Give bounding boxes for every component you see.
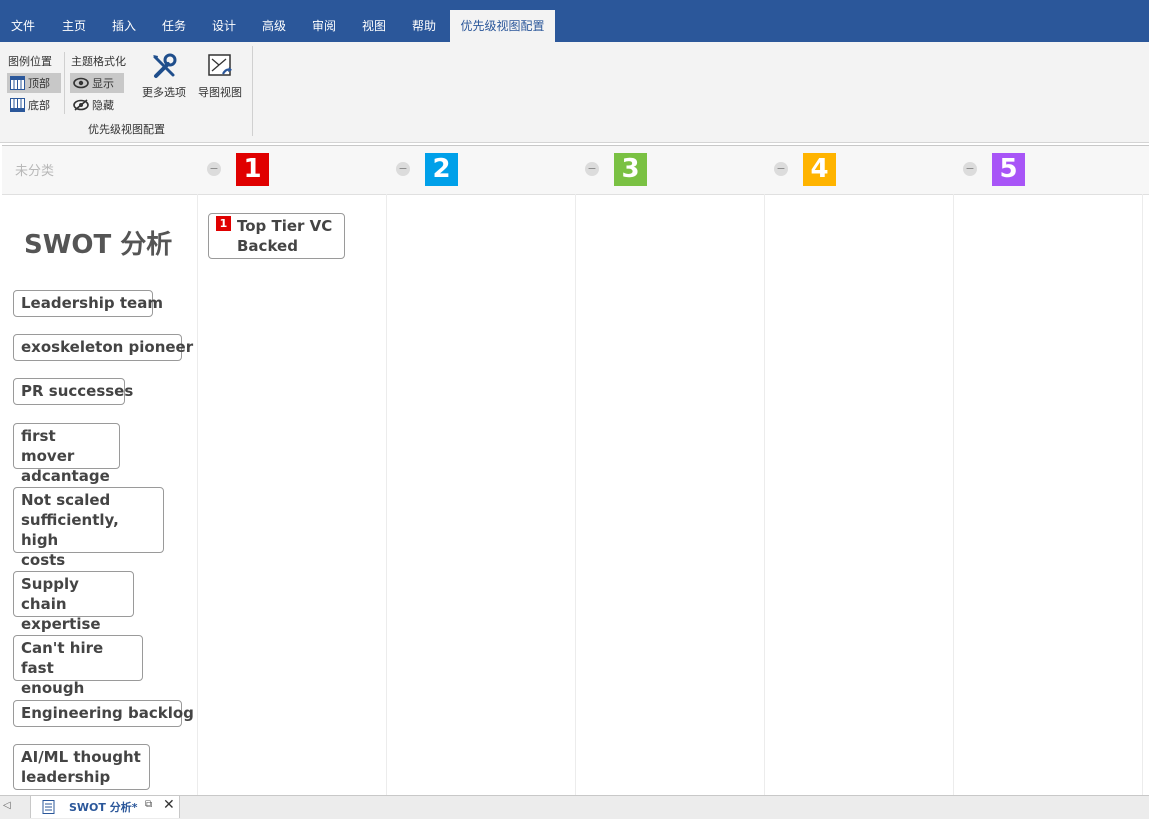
menu-bar: 文件 主页 插入 任务 设计 高级 审阅 视图 帮助 优先级视图配置 xyxy=(0,0,1149,42)
collapse-icon[interactable]: − xyxy=(963,162,977,176)
column-divider xyxy=(575,194,576,796)
eye-off-icon xyxy=(73,99,89,111)
collapse-icon[interactable]: − xyxy=(585,162,599,176)
topic-card-priority-1[interactable]: 1 Top Tier VC Backed xyxy=(208,213,345,259)
tab-home[interactable]: 主页 xyxy=(50,10,98,42)
restore-window-icon[interactable]: ⧉ xyxy=(145,799,152,810)
priority-1-small-badge: 1 xyxy=(216,216,231,231)
ribbon-group-separator xyxy=(252,46,253,136)
layout-top-icon xyxy=(10,76,25,90)
show-label: 显示 xyxy=(92,77,114,90)
tab-insert[interactable]: 插入 xyxy=(100,10,148,42)
column-divider xyxy=(1142,194,1143,796)
tab-task[interactable]: 任务 xyxy=(150,10,198,42)
topic-card[interactable]: first mover adcantage xyxy=(13,423,120,485)
topic-card[interactable]: Can't hire fast enough xyxy=(13,635,143,697)
legend-top-button[interactable]: 顶部 xyxy=(7,73,61,93)
topic-card[interactable]: Engineering backlog xyxy=(13,700,194,727)
map-view-label: 导图视图 xyxy=(198,86,242,99)
ribbon-separator xyxy=(64,52,65,114)
priority-3-badge: 3 xyxy=(614,153,647,186)
show-button[interactable]: 显示 xyxy=(70,73,124,93)
ribbon: 图例位置 顶部 底部 主题格式化 显示 隐藏 更多选项 导图视图 优先级视图配置 xyxy=(0,42,1149,143)
priority-1-badge: 1 xyxy=(236,153,269,186)
tab-review[interactable]: 审阅 xyxy=(300,10,348,42)
priority-header-row: 未分类 − 1 − 2 − 3 − 4 − 5 xyxy=(2,146,1149,195)
tab-priority-view-config[interactable]: 优先级视图配置 xyxy=(450,10,555,42)
tab-file[interactable]: 文件 xyxy=(0,10,46,42)
hide-label: 隐藏 xyxy=(92,99,114,112)
map-view-button[interactable]: 导图视图 xyxy=(194,52,246,100)
tab-design[interactable]: 设计 xyxy=(200,10,248,42)
topic-text: Top Tier VC Backed xyxy=(237,217,333,255)
tab-view[interactable]: 视图 xyxy=(350,10,398,42)
topic-card[interactable]: Supply chain expertise xyxy=(13,571,134,633)
column-divider xyxy=(386,194,387,796)
topic-card[interactable]: Leadership team xyxy=(13,290,163,317)
mindmap-file-icon xyxy=(42,800,55,814)
tab-help[interactable]: 帮助 xyxy=(400,10,448,42)
priority-2-badge: 2 xyxy=(425,153,458,186)
column-divider xyxy=(953,194,954,796)
central-topic-title[interactable]: SWOT 分析 xyxy=(24,224,172,261)
more-options-button[interactable]: 更多选项 xyxy=(138,52,190,100)
document-tab[interactable]: SWOT 分析* ⧉ ✕ xyxy=(30,796,180,818)
legend-top-label: 顶部 xyxy=(28,77,50,90)
topic-format-label: 主题格式化 xyxy=(71,55,126,68)
close-icon[interactable]: ✕ xyxy=(163,797,175,813)
topic-card[interactable]: PR successes xyxy=(13,378,133,405)
priority-5-badge: 5 xyxy=(992,153,1025,186)
column-divider xyxy=(764,194,765,796)
priority-board: 未分类 − 1 − 2 − 3 − 4 − 5 SWOT 分析 Leadersh… xyxy=(2,145,1149,796)
map-view-icon xyxy=(208,54,232,76)
tools-icon xyxy=(153,53,177,78)
document-tab-bar: ◁ SWOT 分析* ⧉ ✕ xyxy=(0,795,1149,819)
priority-4-badge: 4 xyxy=(803,153,836,186)
topic-card[interactable]: exoskeleton pioneer xyxy=(13,334,193,361)
more-options-label: 更多选项 xyxy=(142,86,186,99)
ribbon-group-label: 优先级视图配置 xyxy=(88,123,165,136)
uncategorized-label: 未分类 xyxy=(15,164,55,179)
legend-bottom-button[interactable]: 底部 xyxy=(7,95,61,115)
legend-position-label: 图例位置 xyxy=(8,55,52,68)
scroll-left-icon[interactable]: ◁ xyxy=(3,800,11,811)
document-tab-label: SWOT 分析* xyxy=(69,801,138,814)
column-divider xyxy=(197,194,198,796)
legend-bottom-label: 底部 xyxy=(28,99,50,112)
tab-advanced[interactable]: 高级 xyxy=(250,10,298,42)
hide-button[interactable]: 隐藏 xyxy=(70,95,124,115)
topic-card[interactable]: AI/ML thought leadership xyxy=(13,744,150,790)
collapse-icon[interactable]: − xyxy=(774,162,788,176)
topic-card[interactable]: Not scaled sufficiently, high costs xyxy=(13,487,164,569)
layout-bottom-icon xyxy=(10,98,25,112)
collapse-icon[interactable]: − xyxy=(207,162,221,176)
collapse-icon[interactable]: − xyxy=(396,162,410,176)
eye-icon xyxy=(73,77,89,89)
